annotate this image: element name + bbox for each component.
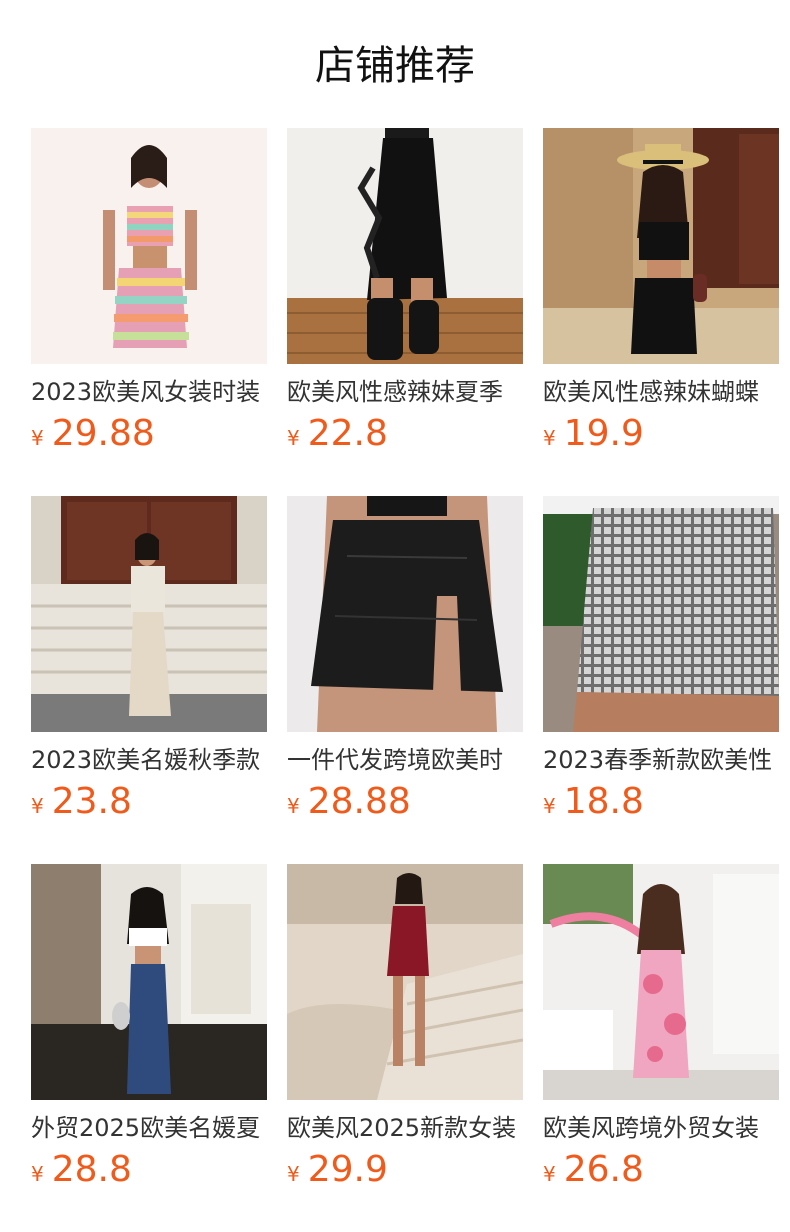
price-value: 22.8 bbox=[307, 413, 388, 454]
price-value: 28.88 bbox=[307, 781, 411, 822]
price-value: 28.8 bbox=[51, 1149, 132, 1190]
product-name[interactable]: 外贸2025欧美名媛夏 bbox=[31, 1110, 267, 1146]
currency-symbol: ¥ bbox=[31, 426, 44, 450]
product-image[interactable] bbox=[287, 864, 523, 1100]
price-value: 29.9 bbox=[307, 1149, 388, 1190]
currency-symbol: ¥ bbox=[31, 1162, 44, 1186]
currency-symbol: ¥ bbox=[543, 794, 556, 818]
product-price: ¥ 19.9 bbox=[543, 414, 779, 454]
product-card[interactable]: 欧美风2025新款女装 ¥ 29.9 bbox=[287, 864, 523, 1232]
product-card[interactable]: 欧美风性感辣妹蝴蝶 ¥ 19.9 bbox=[543, 128, 779, 496]
product-card[interactable]: 欧美风性感辣妹夏季 ¥ 22.8 bbox=[287, 128, 523, 496]
product-price: ¥ 23.8 bbox=[31, 782, 267, 822]
product-card[interactable]: 2023欧美名媛秋季款 ¥ 23.8 bbox=[31, 496, 267, 864]
price-value: 18.8 bbox=[563, 781, 644, 822]
product-grid: 2023欧美风女装时装 ¥ 29.88 欧美风性感辣妹夏季 ¥ 22.8 欧美风… bbox=[31, 128, 779, 1232]
product-name[interactable]: 欧美风性感辣妹夏季 bbox=[287, 374, 523, 410]
product-price: ¥ 28.8 bbox=[31, 1150, 267, 1190]
currency-symbol: ¥ bbox=[543, 1162, 556, 1186]
product-image[interactable] bbox=[543, 496, 779, 732]
product-name[interactable]: 2023春季新款欧美性 bbox=[543, 742, 779, 778]
product-price: ¥ 29.9 bbox=[287, 1150, 523, 1190]
product-name[interactable]: 一件代发跨境欧美时 bbox=[287, 742, 523, 778]
product-image[interactable] bbox=[543, 128, 779, 364]
price-value: 29.88 bbox=[51, 413, 155, 454]
product-name[interactable]: 欧美风2025新款女装 bbox=[287, 1110, 523, 1146]
product-price: ¥ 26.8 bbox=[543, 1150, 779, 1190]
product-image[interactable] bbox=[31, 496, 267, 732]
product-image[interactable] bbox=[287, 496, 523, 732]
product-price: ¥ 29.88 bbox=[31, 414, 267, 454]
product-price: ¥ 22.8 bbox=[287, 414, 523, 454]
product-card[interactable]: 外贸2025欧美名媛夏 ¥ 28.8 bbox=[31, 864, 267, 1232]
product-name[interactable]: 欧美风跨境外贸女装 bbox=[543, 1110, 779, 1146]
product-name[interactable]: 欧美风性感辣妹蝴蝶 bbox=[543, 374, 779, 410]
currency-symbol: ¥ bbox=[287, 1162, 300, 1186]
product-card[interactable]: 欧美风跨境外贸女装 ¥ 26.8 bbox=[543, 864, 779, 1232]
price-value: 19.9 bbox=[563, 413, 644, 454]
product-card[interactable]: 一件代发跨境欧美时 ¥ 28.88 bbox=[287, 496, 523, 864]
product-image[interactable] bbox=[31, 128, 267, 364]
product-image[interactable] bbox=[543, 864, 779, 1100]
product-name[interactable]: 2023欧美名媛秋季款 bbox=[31, 742, 267, 778]
currency-symbol: ¥ bbox=[543, 426, 556, 450]
currency-symbol: ¥ bbox=[287, 426, 300, 450]
product-price: ¥ 28.88 bbox=[287, 782, 523, 822]
page-title: 店铺推荐 bbox=[315, 43, 475, 89]
price-value: 26.8 bbox=[563, 1149, 644, 1190]
product-price: ¥ 18.8 bbox=[543, 782, 779, 822]
product-card[interactable]: 2023春季新款欧美性 ¥ 18.8 bbox=[543, 496, 779, 864]
product-image[interactable] bbox=[287, 128, 523, 364]
product-card[interactable]: 2023欧美风女装时装 ¥ 29.88 bbox=[31, 128, 267, 496]
currency-symbol: ¥ bbox=[31, 794, 44, 818]
currency-symbol: ¥ bbox=[287, 794, 300, 818]
product-image[interactable] bbox=[31, 864, 267, 1100]
price-value: 23.8 bbox=[51, 781, 132, 822]
product-name[interactable]: 2023欧美风女装时装 bbox=[31, 374, 267, 410]
